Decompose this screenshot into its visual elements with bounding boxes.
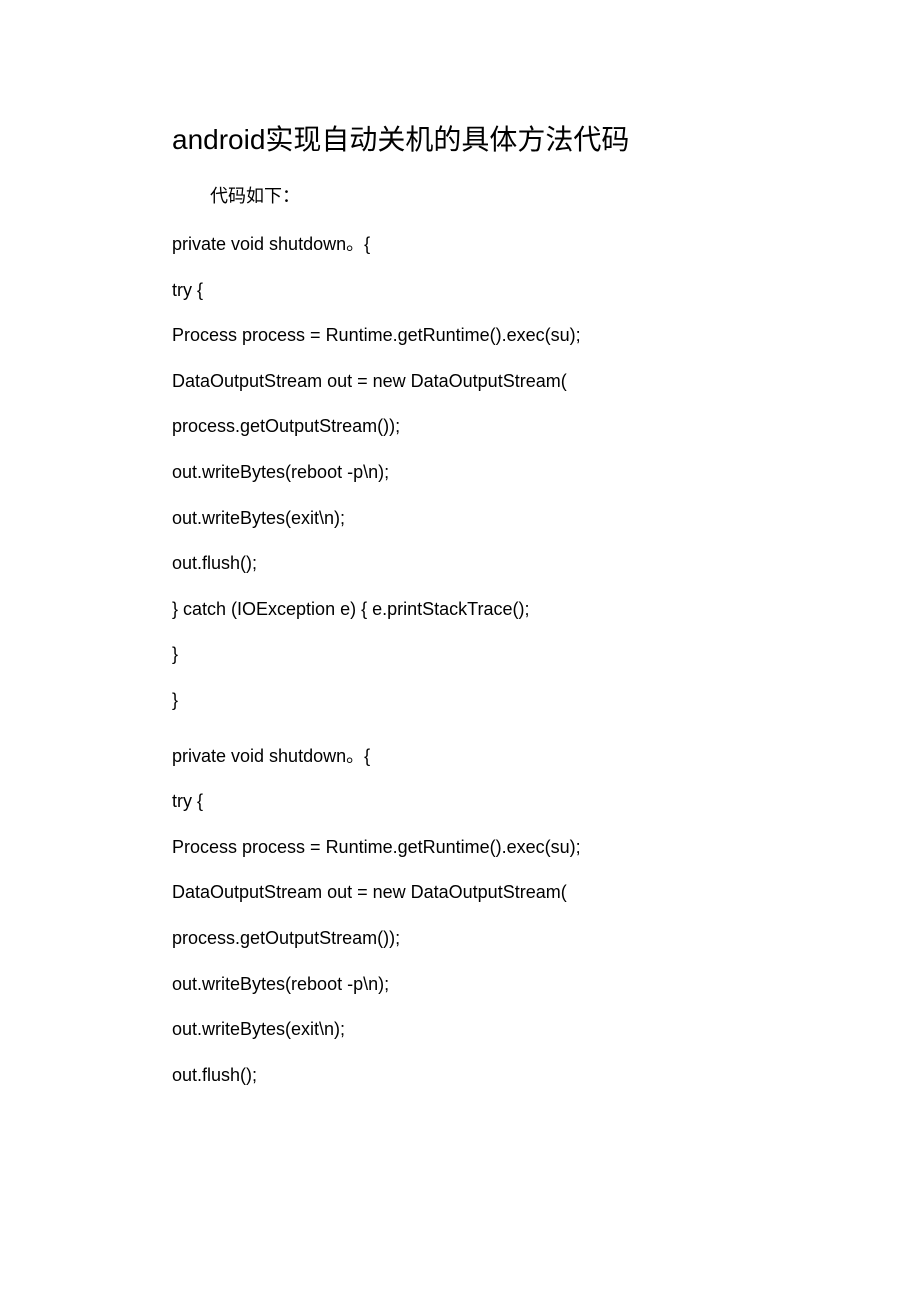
code-line: try {	[172, 791, 748, 813]
code-text: {	[364, 746, 370, 766]
code-line: DataOutputStream out = new DataOutputStr…	[172, 371, 748, 393]
code-line: private void shutdown。{	[172, 746, 748, 768]
code-line: process.getOutputStream());	[172, 928, 748, 950]
code-text: private void shutdown	[172, 746, 346, 766]
document-title: android实现自动关机的具体方法代码	[172, 118, 748, 158]
code-line: out.flush();	[172, 1065, 748, 1087]
code-line: try {	[172, 280, 748, 302]
code-line: } catch (IOException e) { e.printStackTr…	[172, 599, 748, 621]
code-line: DataOutputStream out = new DataOutputStr…	[172, 882, 748, 904]
intro-text: 代码如下：	[210, 182, 748, 208]
code-line: out.writeBytes(exit\n);	[172, 1019, 748, 1041]
section-gap	[172, 736, 748, 746]
code-punct: 。	[346, 746, 364, 766]
code-line: }	[172, 690, 748, 712]
code-block-2: private void shutdown。{ try { Process pr…	[172, 746, 748, 1087]
code-line: Process process = Runtime.getRuntime().e…	[172, 837, 748, 859]
code-line: process.getOutputStream());	[172, 416, 748, 438]
code-text: private void shutdown	[172, 234, 346, 254]
code-line: Process process = Runtime.getRuntime().e…	[172, 325, 748, 347]
code-line: }	[172, 644, 748, 666]
code-text: {	[364, 234, 370, 254]
code-line: private void shutdown。{	[172, 234, 748, 256]
code-line: out.writeBytes(exit\n);	[172, 508, 748, 530]
code-line: out.writeBytes(reboot -p\n);	[172, 462, 748, 484]
code-block-1: private void shutdown。{ try { Process pr…	[172, 234, 748, 712]
code-line: out.flush();	[172, 553, 748, 575]
code-line: out.writeBytes(reboot -p\n);	[172, 974, 748, 996]
code-punct: 。	[346, 234, 364, 254]
